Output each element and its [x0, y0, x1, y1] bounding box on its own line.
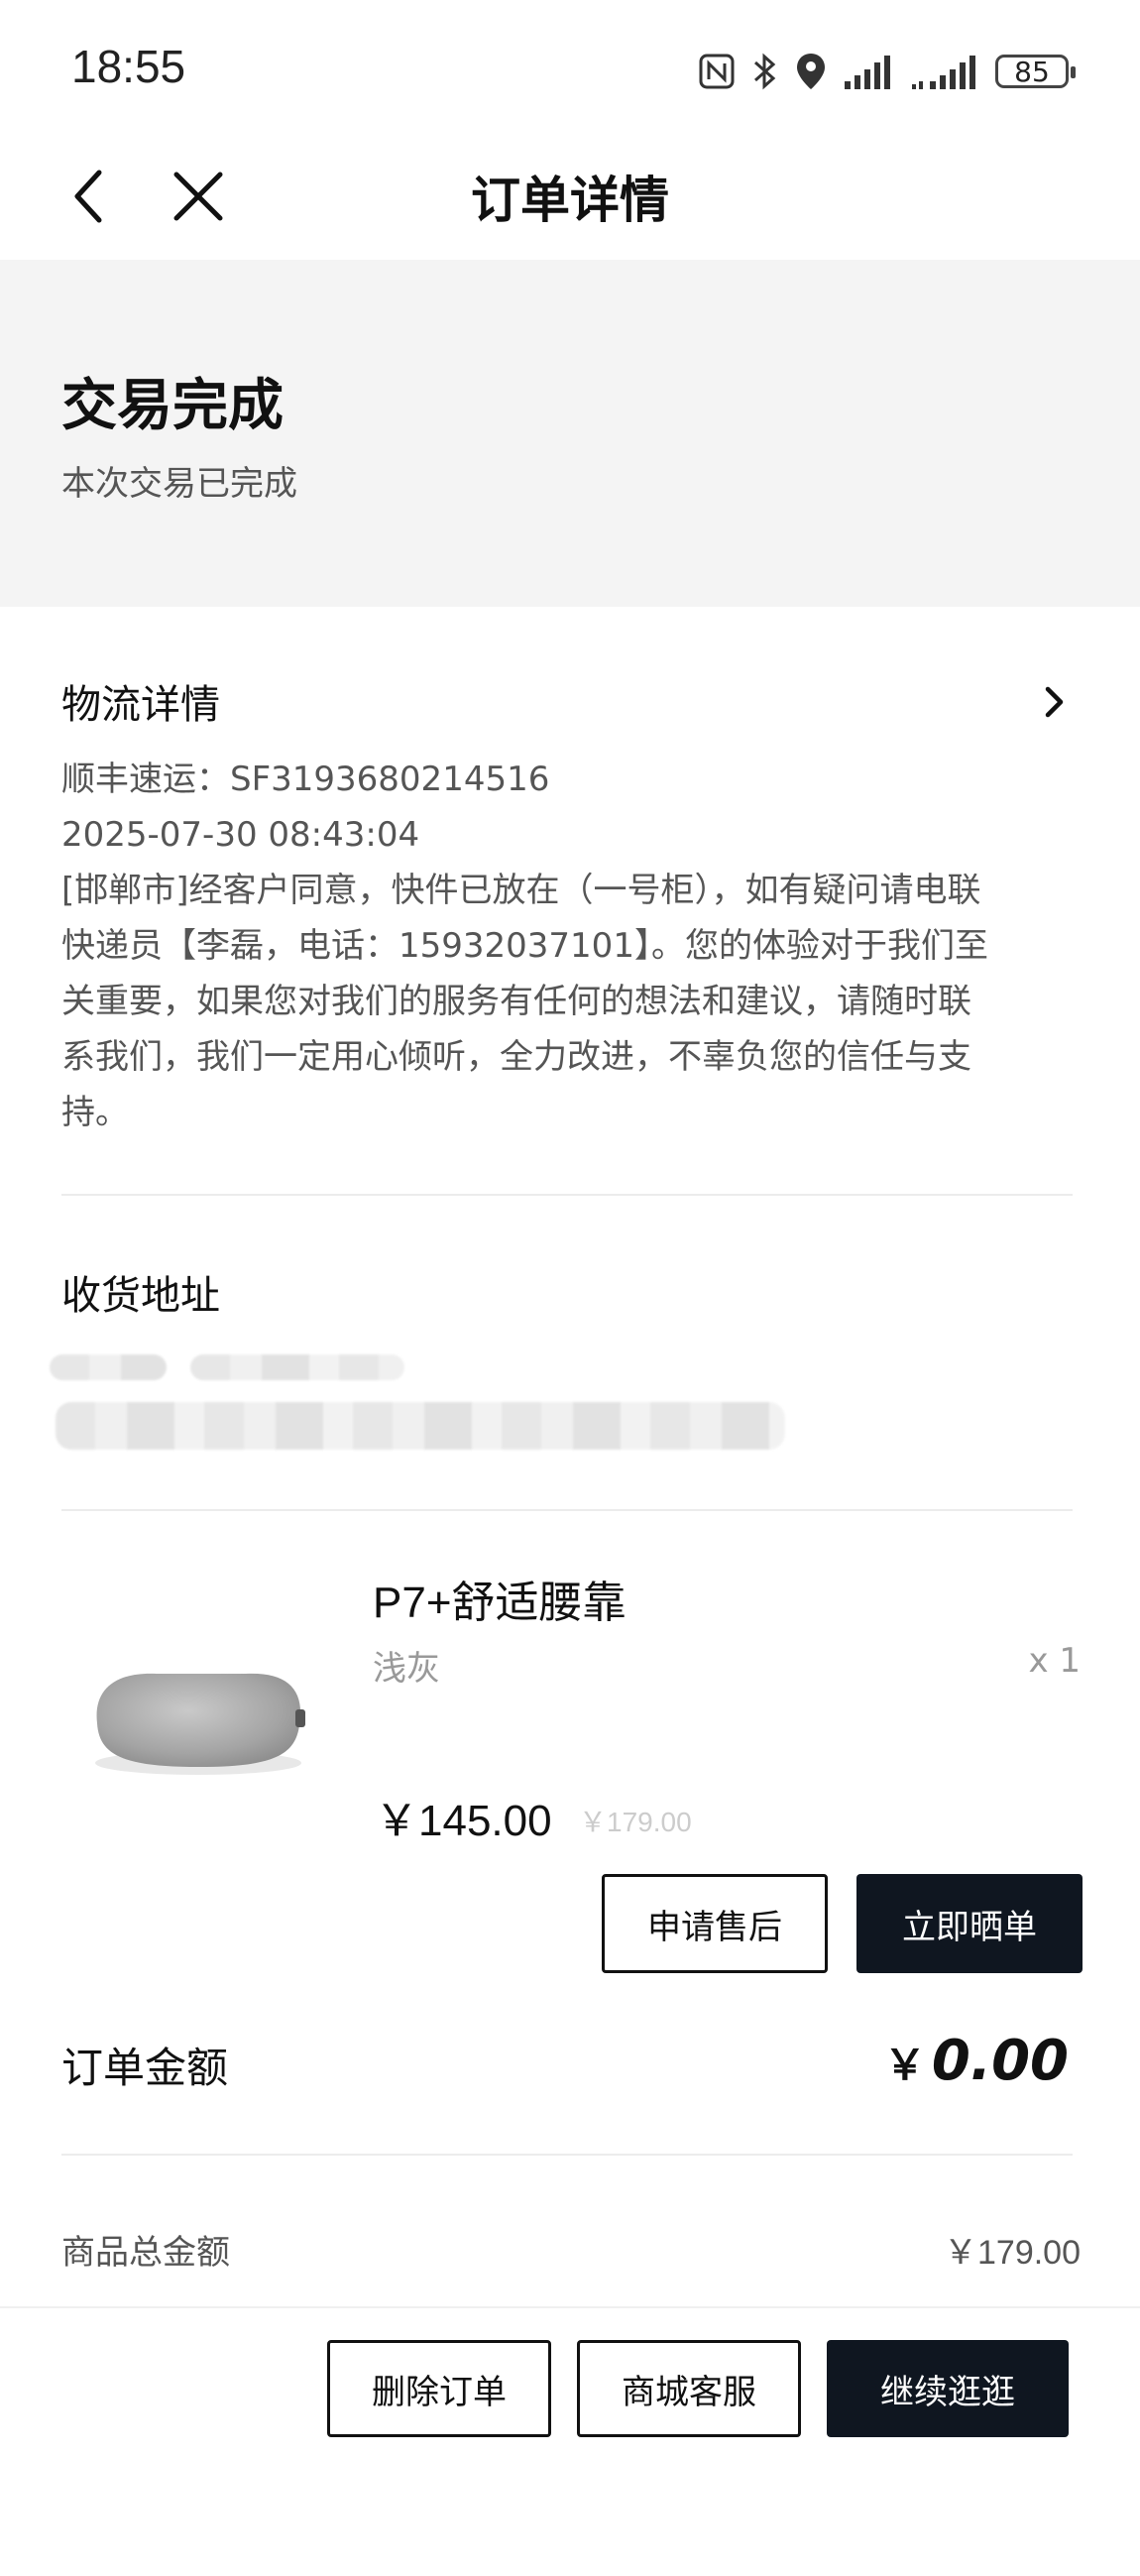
divider — [61, 1194, 1073, 1196]
signal-icon — [845, 56, 890, 89]
delete-order-button[interactable]: 删除订单 — [327, 2340, 551, 2437]
battery-level: 85 — [1014, 55, 1050, 88]
signal-icon — [912, 56, 975, 89]
address-name-redacted — [50, 1354, 167, 1380]
order-amount-value: ￥ 0.00 — [884, 2029, 1069, 2093]
chevron-right-icon — [1045, 686, 1064, 718]
order-status-title: 交易完成 — [61, 374, 284, 438]
logistics-message-line: 关重要，如果您对我们的服务有任何的想法和建议，请随时联 — [61, 982, 971, 1021]
review-button[interactable]: 立即晒单 — [856, 1874, 1083, 1973]
status-time: 18:55 — [71, 41, 186, 92]
logistics-timestamp: 2025-07-30 08:43:04 — [61, 815, 420, 855]
status-icons: 85 — [698, 48, 1076, 95]
logistics-message-line: 系我们，我们一定用心倾听，全力改进，不辜负您的信任与支 — [61, 1037, 971, 1077]
address-title: 收货地址 — [61, 1273, 220, 1319]
product-name[interactable]: P7+舒适腰靠 — [373, 1567, 627, 1630]
product-original-price: ￥179.00 — [579, 1807, 692, 1837]
divider — [61, 1509, 1073, 1511]
location-icon — [797, 54, 825, 89]
page-title: 订单详情 — [471, 172, 669, 229]
product-quantity: x 1 — [1028, 1641, 1081, 1681]
logistics-title: 物流详情 — [61, 682, 220, 728]
logistics-message: [邯郸市]经客户同意，快件已放在（一号柜），如有疑问请电联 快递员【李磊，电话：… — [61, 863, 1092, 1140]
logistics-carrier: 顺丰速运：SF3193680214516 — [61, 760, 550, 799]
bluetooth-icon — [754, 53, 776, 90]
goods-total-value: ￥179.00 — [944, 2234, 1081, 2272]
product-variant: 浅灰 — [373, 1649, 440, 1689]
address-phone-redacted — [190, 1354, 404, 1380]
order-amount-number: 0.00 — [931, 2029, 1069, 2093]
goods-total-label: 商品总金额 — [61, 2233, 230, 2273]
address-detail-redacted — [56, 1402, 785, 1450]
order-amount-currency: ￥ — [883, 2041, 926, 2089]
logistics-message-line: 快递员【李磊，电话：15932037101】。您的体验对于我们至 — [61, 926, 988, 966]
continue-shopping-button[interactable]: 继续逛逛 — [827, 2340, 1069, 2437]
divider — [61, 2154, 1073, 2156]
nfc-icon — [699, 54, 735, 89]
product-image — [95, 1673, 305, 1775]
logistics-message-line: [邯郸市]经客户同意，快件已放在（一号柜），如有疑问请电联 — [61, 871, 981, 910]
order-amount-label: 订单金额 — [61, 2044, 229, 2092]
logistics-message-line: 持。 — [61, 1093, 129, 1132]
after-sale-button[interactable]: 申请售后 — [602, 1874, 828, 1973]
battery-icon: 85 — [995, 55, 1076, 88]
order-status-subtitle: 本次交易已完成 — [61, 464, 297, 504]
product-price: ￥145.00 — [375, 1797, 552, 1845]
customer-service-button[interactable]: 商城客服 — [577, 2340, 801, 2437]
